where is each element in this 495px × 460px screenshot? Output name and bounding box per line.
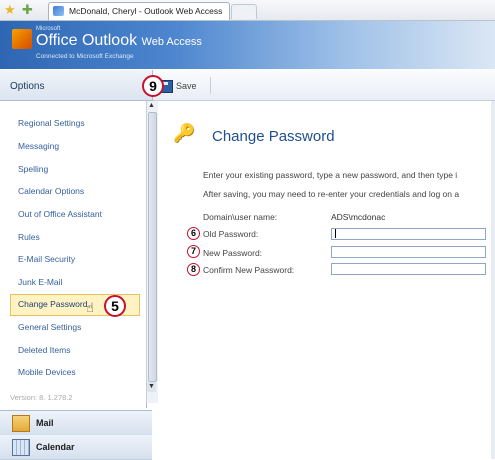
new-tab-button[interactable] — [231, 4, 257, 19]
tab-title: McDonald, Cheryl - Outlook Web Access — [69, 6, 223, 16]
key-icon: 🔑 — [173, 123, 196, 143]
confirm-password-label: Confirm New Password: — [203, 265, 295, 275]
sidebar-item-calendar-options[interactable]: Calendar Options — [18, 186, 84, 196]
options-heading: Options — [10, 81, 45, 92]
callout-8: 8 — [187, 263, 200, 276]
sidebar-item-rules[interactable]: Rules — [18, 232, 40, 242]
new-password-label: New Password: — [203, 248, 263, 258]
nav-label-mail: Mail — [36, 418, 54, 428]
office-logo-icon — [12, 29, 32, 49]
confirm-password-field[interactable] — [331, 263, 486, 275]
app-header: Microsoft Office Outlook Web Access Conn… — [0, 21, 495, 69]
sidebar-item-email-security[interactable]: E-Mail Security — [18, 254, 75, 264]
browser-tab-strip: ★ ✚ McDonald, Cheryl - Outlook Web Acces… — [0, 0, 495, 21]
page-title: Change Password — [212, 128, 335, 145]
sidebar-item-junk-email[interactable]: Junk E-Mail — [18, 277, 62, 287]
hand-cursor-icon: ☝ — [86, 300, 94, 315]
calendar-icon — [12, 439, 30, 456]
sidebar-item-out-of-office[interactable]: Out of Office Assistant — [18, 209, 102, 219]
toolbar-divider — [210, 77, 211, 94]
domain-user-label: Domain\user name: — [203, 212, 278, 222]
instructions-line-2: After saving, you may need to re-enter y… — [203, 189, 460, 199]
browser-tab[interactable]: McDonald, Cheryl - Outlook Web Access — [48, 2, 230, 20]
right-frame-edge — [491, 101, 495, 459]
callout-9: 9 — [142, 75, 164, 97]
old-password-field[interactable] — [331, 228, 486, 240]
scroll-up-icon[interactable]: ▲ — [147, 102, 156, 110]
version-text: Version: 8. 1.278.2 — [10, 393, 73, 402]
sidebar-item-spelling[interactable]: Spelling — [18, 164, 48, 174]
old-password-label: Old Password: — [203, 229, 259, 239]
options-bar: Options — [0, 70, 153, 101]
sidebar-item-general-settings[interactable]: General Settings — [18, 322, 81, 332]
product-suffix: Web Access — [141, 36, 202, 48]
star-icon[interactable]: ★ — [4, 3, 18, 17]
save-label: Save — [176, 81, 197, 91]
product-title: Office Outlook Web Access — [36, 32, 202, 50]
nav-label-calendar: Calendar — [36, 442, 75, 452]
callout-7: 7 — [187, 245, 200, 258]
sidebar-item-change-password[interactable]: Change Password — [18, 299, 87, 309]
add-favorites-icon[interactable]: ✚ — [22, 3, 36, 17]
new-password-field[interactable] — [331, 246, 486, 258]
toolbar — [153, 70, 495, 101]
scrollbar-thumb[interactable] — [148, 112, 157, 382]
mail-icon — [12, 415, 30, 432]
product-tagline: Connected to Microsoft Exchange — [36, 53, 134, 60]
instructions-line-1: Enter your existing password, type a new… — [203, 170, 458, 180]
sidebar-item-deleted-items[interactable]: Deleted Items — [18, 345, 70, 355]
sidebar-item-messaging[interactable]: Messaging — [18, 141, 59, 151]
page-favicon-icon — [53, 6, 64, 16]
text-caret — [335, 229, 336, 238]
callout-6: 6 — [187, 227, 200, 240]
nav-button-calendar[interactable]: Calendar — [0, 435, 152, 460]
sidebar-item-regional-settings[interactable]: Regional Settings — [18, 118, 85, 128]
nav-button-mail[interactable]: Mail — [0, 410, 152, 436]
scroll-down-icon[interactable]: ▼ — [147, 382, 156, 392]
save-button[interactable]: Save — [160, 79, 197, 93]
domain-user-value: ADS\mcdonac — [331, 212, 386, 222]
callout-5: 5 — [104, 295, 126, 317]
sidebar-item-mobile-devices[interactable]: Mobile Devices — [18, 367, 76, 377]
product-name: Office Outlook — [36, 32, 138, 49]
